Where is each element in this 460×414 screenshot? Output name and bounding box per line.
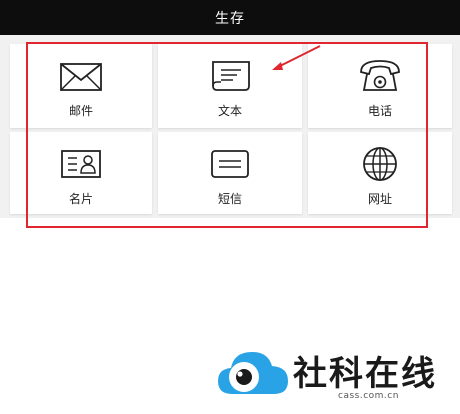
type-tile-url[interactable]: 网址 [308,132,452,214]
type-label: 邮件 [68,104,93,118]
phone-icon [356,56,404,96]
page-title: 生存 [215,10,245,27]
watermark-name: 社科在线 [293,354,437,394]
type-tile-phone[interactable]: 电话 [308,44,452,128]
type-tile-contact[interactable]: 名片 [10,132,152,214]
type-label: 名片 [68,192,93,206]
globe-icon [356,144,404,184]
note-icon [206,56,254,96]
mail-icon [57,56,105,96]
contact-card-icon [57,144,105,184]
type-tile-mail[interactable]: 邮件 [10,44,152,128]
code-type-grid: 邮件 文本 电话 名片 短信 网址 [0,35,460,218]
type-label: 短信 [217,192,242,206]
type-tile-text[interactable]: 文本 [158,44,302,128]
watermark-logo [218,352,288,394]
message-icon [206,144,254,184]
type-tile-sms[interactable]: 短信 [158,132,302,214]
type-label: 文本 [217,104,242,118]
title-bar: 生存 [0,0,460,35]
watermark-domain: cass.com.cn [338,391,399,401]
type-label: 电话 [367,104,392,118]
type-label: 网址 [367,192,392,206]
